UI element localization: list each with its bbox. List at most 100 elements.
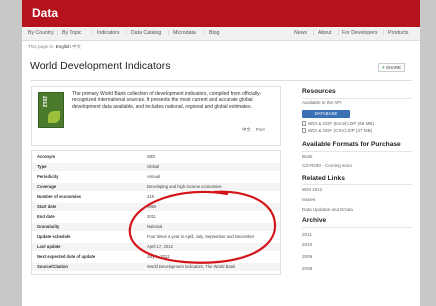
nav-news[interactable]: News xyxy=(294,30,307,36)
download-excel-link[interactable]: WDI & GDF (Excel)-ZIP (68 MB) xyxy=(302,121,375,127)
nav-separator: | xyxy=(338,30,340,36)
divider xyxy=(302,184,412,185)
nav-products[interactable]: Products xyxy=(388,30,408,36)
table-row: Next expected date of update July 1, 2012 xyxy=(32,253,280,261)
leaf-icon xyxy=(48,111,60,123)
divider xyxy=(30,80,412,81)
language-current: English xyxy=(55,44,71,49)
nav-separator: | xyxy=(204,30,206,36)
nav-by-topic[interactable]: By Topic xyxy=(62,30,82,36)
archive-link-2009[interactable]: 2009 xyxy=(302,254,312,259)
table-row: Acronym WDI xyxy=(32,153,280,161)
metadata-table: Acronym WDI Type Global Periodicity Annual … xyxy=(31,150,281,275)
plus-icon: + xyxy=(382,65,385,70)
row-label: Next expected date of update xyxy=(37,254,96,259)
table-row: Coverage Developing and high-income econo… xyxy=(32,183,280,192)
intro-box: 2012 The primary World Bank collection o… xyxy=(31,86,281,146)
table-row: Update schedule Four times a year in Apri… xyxy=(32,233,280,241)
table-row: End date 2011 xyxy=(32,213,280,221)
row-value: 1960 xyxy=(147,204,157,209)
archive-link-2008[interactable]: 2008 xyxy=(302,266,312,271)
nav-about[interactable]: About xyxy=(318,30,332,36)
nav-blog[interactable]: Blog xyxy=(209,30,219,36)
table-row: Type Global xyxy=(32,163,280,172)
nav-microdata[interactable]: Microdata xyxy=(173,30,196,36)
file-icon xyxy=(302,128,306,134)
related-link-issues[interactable]: Issues xyxy=(302,197,315,202)
share-label: SHARE xyxy=(385,65,401,70)
nav-separator: | xyxy=(168,30,170,36)
row-label: End date xyxy=(37,214,55,219)
row-label: Source/Citation xyxy=(37,264,68,269)
api-availability: Available in the API xyxy=(302,100,342,105)
row-value: April 17, 2012 xyxy=(147,244,173,249)
row-value: 2011 xyxy=(147,214,157,219)
row-label: Acronym xyxy=(37,154,56,159)
archive-link-2011[interactable]: 2011 xyxy=(302,232,312,237)
intro-chinese-link[interactable]: 中文 xyxy=(242,127,251,132)
related-link-wdi-2012[interactable]: WDI 2012 xyxy=(302,187,322,192)
page: Data By Country | By Topic | Indicators … xyxy=(22,0,420,306)
intro-links: 中文 Print xyxy=(242,127,265,133)
related-link-updates[interactable]: Data Updates and Errata xyxy=(302,207,353,212)
related-links-heading: Related Links xyxy=(302,175,345,182)
row-label: Type xyxy=(37,164,47,169)
row-value: World Development Indicators, The World … xyxy=(147,264,236,269)
row-value: Four times a year in April, July, Septem… xyxy=(147,234,255,239)
share-button[interactable]: + SHARE xyxy=(378,63,405,72)
row-label: Number of economies xyxy=(37,194,81,199)
main-nav: By Country | By Topic | Indicators | Dat… xyxy=(22,27,420,41)
nav-separator: | xyxy=(57,30,59,36)
row-label: Granularity xyxy=(37,224,60,229)
table-row: Source/Citation World Development Indicat… xyxy=(32,263,280,272)
nav-by-country[interactable]: By Country xyxy=(28,30,54,36)
nav-separator: | xyxy=(126,30,128,36)
nav-separator: | xyxy=(313,30,315,36)
nav-for-developers[interactable]: For Developers xyxy=(342,30,377,36)
archive-heading: Archive xyxy=(302,217,327,224)
row-label: Last update xyxy=(37,244,61,249)
file-icon xyxy=(302,121,306,127)
download-label: WDI & GDF (Excel)-ZIP (68 MB) xyxy=(308,121,375,126)
language-chinese-link[interactable]: 中文 xyxy=(72,44,81,49)
divider xyxy=(302,227,412,228)
resources-heading: Resources xyxy=(302,88,336,95)
row-value: Global xyxy=(147,164,160,169)
table-row: Number of economies 216 xyxy=(32,193,280,201)
row-label: Coverage xyxy=(37,184,57,189)
download-label: WDI & GDF (CSV)-ZIP (37 MB) xyxy=(308,128,373,133)
site-title[interactable]: Data xyxy=(32,6,58,20)
nav-data-catalog[interactable]: Data Catalog xyxy=(131,30,161,36)
row-value: Developing and high-income economies xyxy=(147,184,222,189)
row-value: 216 xyxy=(147,194,154,199)
row-value: WDI xyxy=(147,154,156,159)
nav-indicators[interactable]: Indicators xyxy=(97,30,120,36)
intro-description: The primary World Bank collection of dev… xyxy=(72,91,262,110)
row-value: Annual xyxy=(147,174,161,179)
nav-separator: | xyxy=(383,30,385,36)
wdi-cover-image[interactable]: 2012 xyxy=(38,92,64,128)
database-button[interactable]: DATABASE xyxy=(302,110,350,118)
page-title: World Development Indicators xyxy=(30,60,171,72)
header-bar: Data xyxy=(22,0,420,27)
download-csv-link[interactable]: WDI & GDF (CSV)-ZIP (37 MB) xyxy=(302,128,373,134)
row-label: Update schedule xyxy=(37,234,71,239)
table-row: Start date 1960 xyxy=(32,203,280,212)
row-label: Periodicity xyxy=(37,174,59,179)
cover-year: 2012 xyxy=(41,96,47,108)
print-link[interactable]: Print xyxy=(256,127,265,132)
book-link[interactable]: Book xyxy=(302,154,312,159)
row-value: National xyxy=(147,224,163,229)
row-label: Start date xyxy=(37,204,57,209)
language-bar: This page in: English 中文 xyxy=(28,44,81,50)
archive-link-2010[interactable]: 2010 xyxy=(302,242,312,247)
nav-separator: | xyxy=(92,30,94,36)
cdrom-text: CD-ROM - Coming soon xyxy=(302,163,353,168)
row-value: July 1, 2012 xyxy=(147,254,170,259)
divider xyxy=(302,151,412,152)
divider xyxy=(302,98,412,99)
table-row: Periodicity Annual xyxy=(32,173,280,181)
formats-heading: Available Formats for Purchase xyxy=(302,141,401,148)
language-prefix: This page in: xyxy=(28,44,55,49)
table-row: Last update April 17, 2012 xyxy=(32,243,280,252)
